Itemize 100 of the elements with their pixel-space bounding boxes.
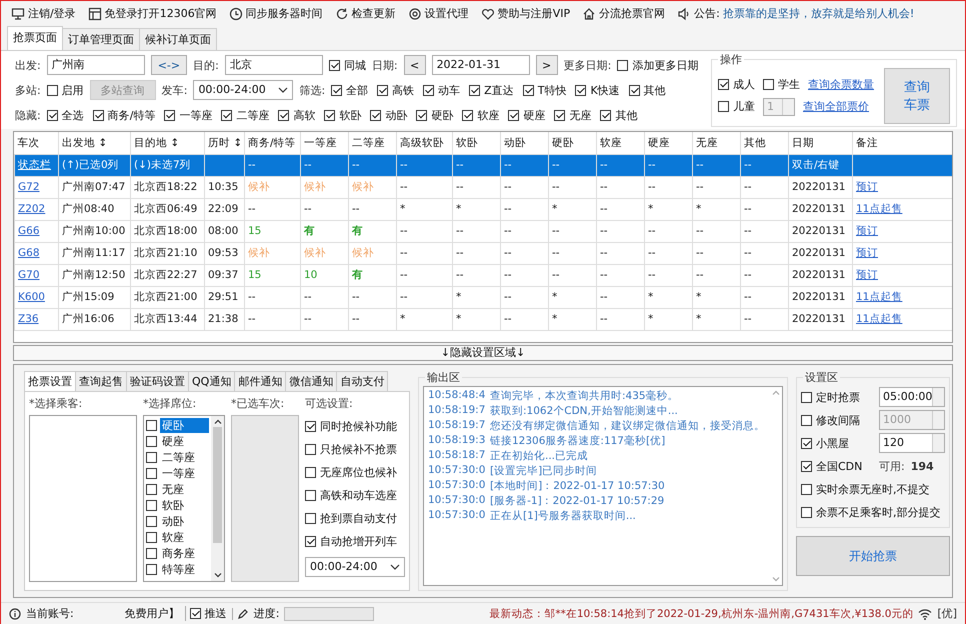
filter-checkbox[interactable]: Z直达 — [469, 82, 514, 98]
table-link[interactable]: 预订 — [856, 269, 878, 281]
option-checkbox[interactable]: 只抢候补不抢票 — [305, 442, 405, 457]
tab[interactable]: 微信通知 — [285, 371, 338, 391]
checkbox[interactable] — [146, 420, 157, 430]
option-checkbox[interactable]: 无座席位也候补 — [305, 465, 405, 480]
table-row[interactable]: G70 广州南12:50 北京西22:27 09:37 15 10 有 -- -- -- -- -- -- -- -- 20220131 预订 — [14, 264, 952, 286]
adult-checkbox[interactable]: 成人 — [718, 76, 755, 92]
tab[interactable]: 邮件通知 — [234, 371, 286, 391]
hide-column-checkbox[interactable]: 硬卧 — [416, 108, 454, 122]
option-checkbox[interactable]: 抢到票自动支付 — [305, 511, 405, 526]
checkbox[interactable] — [146, 532, 157, 542]
hide-column-checkbox[interactable]: 高软 — [278, 108, 316, 122]
previous-day-button[interactable]: < — [404, 55, 426, 75]
hide-column-checkbox[interactable]: 动卧 — [370, 108, 408, 122]
setting-checkbox[interactable]: 实时余票无座时,不提交 — [801, 482, 930, 496]
tab[interactable]: 候补订单页面 — [139, 28, 217, 50]
toolbar-button[interactable]: 同步服务器时间 — [228, 6, 323, 21]
toolbar-button[interactable]: 检查更新 — [334, 6, 396, 21]
filter-checkbox[interactable]: T特快 — [522, 82, 566, 98]
list-item[interactable]: 无座 — [160, 482, 209, 496]
swap-button[interactable]: <-> — [150, 55, 188, 75]
table-link[interactable]: 预订 — [856, 225, 878, 237]
filter-checkbox[interactable]: 全部 — [331, 82, 368, 98]
table-row[interactable]: G66 广州南10:00 北京西18:00 08:00 15 有 有 -- -- -- -- -- -- -- -- 20220131 预订 — [14, 220, 952, 242]
list-item[interactable]: 特等座 — [160, 562, 209, 576]
checkbox[interactable] — [146, 548, 157, 558]
table-row[interactable]: G72 广州南07:47 北京西18:22 10:35 候补 候补 候补 -- -- -- -- -- -- -- -- 20220131 预订 — [14, 176, 952, 198]
filter-checkbox[interactable]: 动车 — [423, 82, 460, 98]
checkbox[interactable] — [146, 436, 157, 446]
toolbar-button[interactable]: 分流抢票官网 — [582, 6, 666, 21]
hide-column-checkbox[interactable]: 软卧 — [324, 108, 362, 122]
add-dates-checkbox[interactable]: 添加更多日期 — [617, 58, 698, 72]
tab[interactable]: 自动支付 — [336, 371, 388, 391]
option-checkbox[interactable]: 同时抢候补功能 — [305, 419, 405, 434]
same-city-checkbox[interactable]: 同城 — [328, 58, 366, 72]
toggle-settings-bar[interactable]: ↓隐藏设置区域↓ — [13, 345, 953, 361]
setting-checkbox[interactable]: 定时抢票 — [801, 390, 873, 404]
checkbox[interactable] — [146, 516, 157, 526]
tab[interactable]: 抢票设置 — [24, 371, 76, 391]
checkbox[interactable] — [146, 468, 157, 478]
option-checkbox[interactable]: 高铁和动车选座 — [305, 488, 405, 503]
option-checkbox[interactable]: 自动抢增开列车 — [305, 534, 405, 549]
link[interactable]: 查询余票数量 — [808, 76, 874, 92]
table-link[interactable]: 预订 — [856, 247, 878, 259]
time-range-select[interactable]: 00:00-24:00 — [305, 557, 405, 577]
hide-column-checkbox[interactable]: 二等座 — [221, 108, 270, 122]
table-row[interactable]: Z202 广州08:40 北京西06:49 22:09 -- -- -- * * -- * -- * * -- 20220131 11点起售 — [14, 198, 952, 220]
departure-field[interactable]: 广州南 — [46, 55, 145, 75]
hide-column-checkbox[interactable]: 无座 — [554, 108, 592, 122]
hide-column-checkbox[interactable]: 其他 — [600, 108, 638, 122]
student-checkbox[interactable]: 学生 — [763, 76, 800, 92]
list-item[interactable]: 软座 — [160, 530, 209, 544]
departure-time-select[interactable]: 00:00-24:00 — [193, 80, 294, 100]
setting-checkbox[interactable]: 全国CDN — [801, 458, 873, 474]
date-field[interactable]: 2022-01-31 — [432, 55, 530, 75]
hide-column-checkbox[interactable]: 全选 — [46, 108, 84, 122]
passenger-list[interactable] — [29, 415, 137, 582]
list-item[interactable]: 软卧 — [160, 498, 209, 512]
number-spinner[interactable]: 05:00:00 — [879, 387, 945, 407]
checkbox[interactable] — [146, 564, 157, 574]
list-item[interactable]: 硬卧 — [160, 418, 209, 432]
checkbox[interactable] — [146, 484, 157, 494]
child-checkbox[interactable]: 儿童 — [718, 99, 755, 114]
tab[interactable]: 查询起售 — [75, 371, 127, 391]
tab[interactable]: 验证码设置 — [126, 371, 189, 391]
setting-checkbox[interactable]: 小黑屋 — [801, 436, 873, 450]
toolbar-button[interactable]: 设置代理 — [408, 6, 469, 21]
toolbar-button[interactable]: 注销/登录 — [11, 6, 76, 21]
table-link[interactable]: 预订 — [856, 181, 878, 193]
tab[interactable]: QQ通知 — [188, 371, 236, 391]
tab[interactable]: 订单管理页面 — [62, 28, 140, 50]
toolbar-button[interactable]: 赞助与注册VIP — [480, 6, 570, 21]
filter-checkbox[interactable]: K快速 — [575, 82, 620, 98]
push-checkbox[interactable]: 推送 — [190, 606, 227, 621]
start-button[interactable]: 开始抢票 — [796, 536, 950, 576]
scrollbar[interactable] — [211, 416, 224, 581]
hide-column-checkbox[interactable]: 一等座 — [164, 108, 212, 122]
hide-column-checkbox[interactable]: 硬座 — [508, 108, 546, 122]
hide-column-checkbox[interactable]: 软座 — [462, 108, 500, 122]
table-row[interactable]: Z36 广州16:06 北京西13:44 21:38 -- -- -- * * -- * -- * * -- 20220131 11点起售 — [14, 308, 952, 330]
link[interactable]: 查询全部票价 — [803, 99, 869, 114]
toolbar-button[interactable]: 免登录打开12306官网 — [88, 6, 217, 21]
list-item[interactable]: 硬座 — [160, 434, 209, 448]
list-item[interactable]: 动卧 — [160, 514, 209, 528]
list-item[interactable]: 商务座 — [160, 546, 209, 560]
setting-checkbox[interactable]: 余票不足乘客时,部分提交 — [801, 504, 940, 520]
table-row[interactable]: G68 广州南11:17 北京西21:10 09:53 候补 候补 候补 -- -- -- -- -- -- -- -- 20220131 预订 — [14, 242, 952, 264]
checkbox[interactable] — [146, 452, 157, 462]
destination-field[interactable]: 北京 — [224, 55, 323, 75]
tab[interactable]: 抢票页面 — [7, 26, 63, 50]
number-spinner[interactable]: 120 — [879, 433, 945, 453]
filter-checkbox[interactable]: 其他 — [628, 82, 666, 98]
table-row[interactable]: 状态栏 (↑)已选0列 (↓)未选7列 -- -- -- -- -- -- -- -- -- -- -- 双击/右键 — [14, 154, 952, 176]
enable-checkbox[interactable]: 启用 — [46, 82, 84, 98]
next-day-button[interactable]: > — [536, 55, 558, 75]
query-tickets-button[interactable]: 查询 车票 — [884, 68, 950, 124]
hide-column-checkbox[interactable]: 商务/特等 — [92, 108, 156, 122]
table-row[interactable]: K600 广州15:09 北京西21:00 29:51 -- -- -- -- * -- * -- * * -- 20220131 11点起售 — [14, 286, 952, 308]
checkbox[interactable] — [146, 500, 157, 510]
